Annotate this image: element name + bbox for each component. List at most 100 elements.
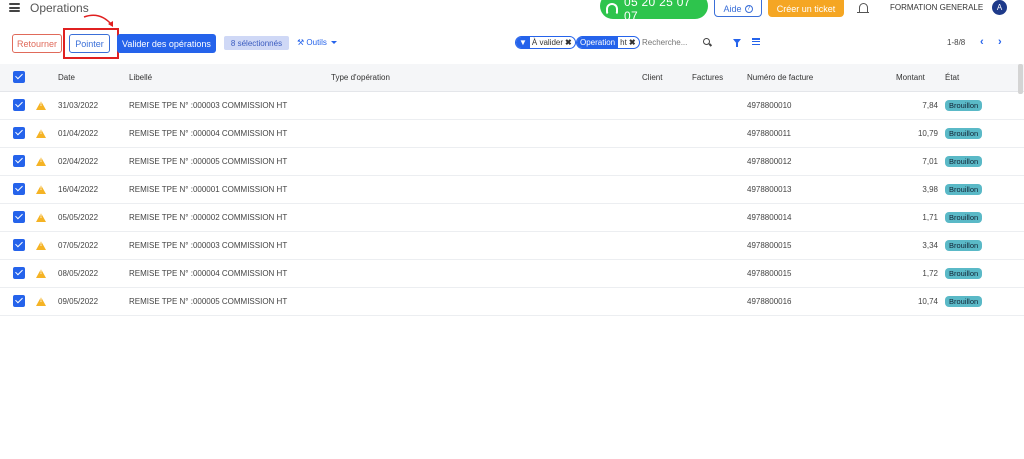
row-date: 08/05/2022 [58, 269, 99, 278]
row-date: 16/04/2022 [58, 185, 99, 194]
row-checkbox[interactable] [13, 267, 25, 279]
warning-icon [36, 297, 46, 306]
tools-dropdown[interactable]: ⚒ Outils [297, 38, 338, 47]
table-row[interactable]: 05/05/2022 REMISE TPE N° :000002 COMMISS… [0, 204, 1024, 232]
row-amount: 3,34 [922, 241, 938, 250]
search-input[interactable] [642, 36, 700, 49]
row-label: REMISE TPE N° :000005 COMMISSION HT [129, 297, 288, 306]
row-date: 07/05/2022 [58, 241, 99, 250]
row-checkbox[interactable] [13, 155, 25, 167]
row-invoice-number: 4978800015 [747, 241, 792, 250]
create-ticket-button[interactable]: Créer un ticket [768, 0, 844, 17]
table-row[interactable]: 08/05/2022 REMISE TPE N° :000004 COMMISS… [0, 260, 1024, 288]
warning-icon [36, 129, 46, 138]
header-date[interactable]: Date [58, 73, 75, 82]
row-label: REMISE TPE N° :000005 COMMISSION HT [129, 157, 288, 166]
row-checkbox[interactable] [13, 127, 25, 139]
search-icon[interactable] [703, 38, 710, 45]
row-date: 09/05/2022 [58, 297, 99, 306]
warning-icon [36, 269, 46, 278]
row-date: 31/03/2022 [58, 101, 99, 110]
row-amount: 1,72 [922, 269, 938, 278]
operations-table: Date Libellé Type d'opération Client Fac… [0, 64, 1024, 316]
avatar[interactable]: A [992, 0, 1007, 15]
vertical-scrollbar[interactable] [1018, 64, 1023, 94]
row-amount: 10,79 [917, 129, 938, 138]
status-badge: Brouillon [945, 268, 983, 279]
row-date: 01/04/2022 [58, 129, 99, 138]
help-label: Aide [723, 3, 742, 14]
menu-icon[interactable] [9, 3, 20, 12]
header-state[interactable]: État [945, 73, 959, 82]
row-invoice-number: 4978800014 [747, 213, 792, 222]
header-type[interactable]: Type d'opération [331, 73, 390, 82]
header-invoice-number[interactable]: Numéro de facture [747, 73, 813, 82]
filter-icon[interactable] [733, 39, 741, 47]
row-amount: 7,84 [922, 101, 938, 110]
filter-chip-operation[interactable]: Operation ht ✖ [576, 36, 640, 49]
help-button[interactable]: Aide ? [714, 0, 762, 17]
row-checkbox[interactable] [13, 239, 25, 251]
list-view-icon[interactable] [752, 38, 760, 45]
status-badge: Brouillon [945, 184, 983, 195]
filter-chip-key: Operation [577, 37, 619, 48]
row-label: REMISE TPE N° :000002 COMMISSION HT [129, 213, 288, 222]
table-row[interactable]: 31/03/2022 REMISE TPE N° :000003 COMMISS… [0, 92, 1024, 120]
annotation-arrow-icon [83, 14, 113, 27]
warning-icon [36, 185, 46, 194]
filter-chip-value: ht [620, 38, 627, 47]
header-invoices[interactable]: Factures [692, 73, 723, 82]
row-invoice-number: 4978800012 [747, 157, 792, 166]
table-row[interactable]: 07/05/2022 REMISE TPE N° :000003 COMMISS… [0, 232, 1024, 260]
table-row[interactable]: 01/04/2022 REMISE TPE N° :000004 COMMISS… [0, 120, 1024, 148]
chevron-right-icon[interactable]: › [998, 37, 1002, 48]
warning-icon [36, 213, 46, 222]
status-badge: Brouillon [945, 296, 983, 307]
status-badge: Brouillon [945, 100, 983, 111]
selected-count-badge: 8 sélectionnés [224, 36, 289, 50]
bell-icon[interactable] [857, 3, 869, 13]
row-checkbox[interactable] [13, 183, 25, 195]
return-button[interactable]: Retourner [12, 34, 62, 53]
validate-operations-button[interactable]: Valider des opérations [117, 34, 216, 53]
close-icon[interactable]: ✖ [565, 38, 575, 47]
row-label: REMISE TPE N° :000004 COMMISSION HT [129, 269, 288, 278]
row-checkbox[interactable] [13, 99, 25, 111]
row-label: REMISE TPE N° :000004 COMMISSION HT [129, 129, 288, 138]
row-label: REMISE TPE N° :000003 COMMISSION HT [129, 101, 288, 110]
headset-icon [606, 3, 618, 15]
row-date: 05/05/2022 [58, 213, 99, 222]
chevron-down-icon [331, 41, 338, 45]
header-amount[interactable]: Montant [896, 73, 925, 82]
table-row[interactable]: 16/04/2022 REMISE TPE N° :000001 COMMISS… [0, 176, 1024, 204]
row-label: REMISE TPE N° :000001 COMMISSION HT [129, 185, 288, 194]
status-badge: Brouillon [945, 212, 983, 223]
header-client[interactable]: Client [642, 73, 662, 82]
row-checkbox[interactable] [13, 295, 25, 307]
table-header: Date Libellé Type d'opération Client Fac… [0, 64, 1024, 92]
row-amount: 1,71 [922, 213, 938, 222]
filter-icon-small: ▼ [516, 37, 530, 48]
header-label[interactable]: Libellé [129, 73, 152, 82]
warning-icon [36, 101, 46, 110]
filter-chip-to-validate[interactable]: ▼ À valider ✖ [515, 36, 576, 49]
support-phone-button[interactable]: 05 20 25 07 07 [600, 0, 708, 23]
row-amount: 7,01 [922, 157, 938, 166]
status-badge: Brouillon [945, 240, 983, 251]
table-row[interactable]: 09/05/2022 REMISE TPE N° :000005 COMMISS… [0, 288, 1024, 316]
support-phone-number: 05 20 25 07 07 [623, 0, 691, 23]
chevron-left-icon[interactable]: ‹ [980, 37, 984, 48]
row-amount: 3,98 [922, 185, 938, 194]
select-all-checkbox[interactable] [13, 71, 25, 83]
table-row[interactable]: 02/04/2022 REMISE TPE N° :000005 COMMISS… [0, 148, 1024, 176]
row-checkbox[interactable] [13, 211, 25, 223]
pager-range: 1-8/8 [947, 38, 966, 47]
row-invoice-number: 4978800013 [747, 185, 792, 194]
company-name[interactable]: FORMATION GENERALE [890, 3, 983, 12]
row-label: REMISE TPE N° :000003 COMMISSION HT [129, 241, 288, 250]
close-icon[interactable]: ✖ [629, 38, 639, 47]
wrench-icon: ⚒ [297, 38, 305, 47]
row-invoice-number: 4978800010 [747, 101, 792, 110]
row-amount: 10,74 [917, 297, 938, 306]
toolbar: Retourner Pointer Valider des opérations… [0, 28, 1024, 59]
